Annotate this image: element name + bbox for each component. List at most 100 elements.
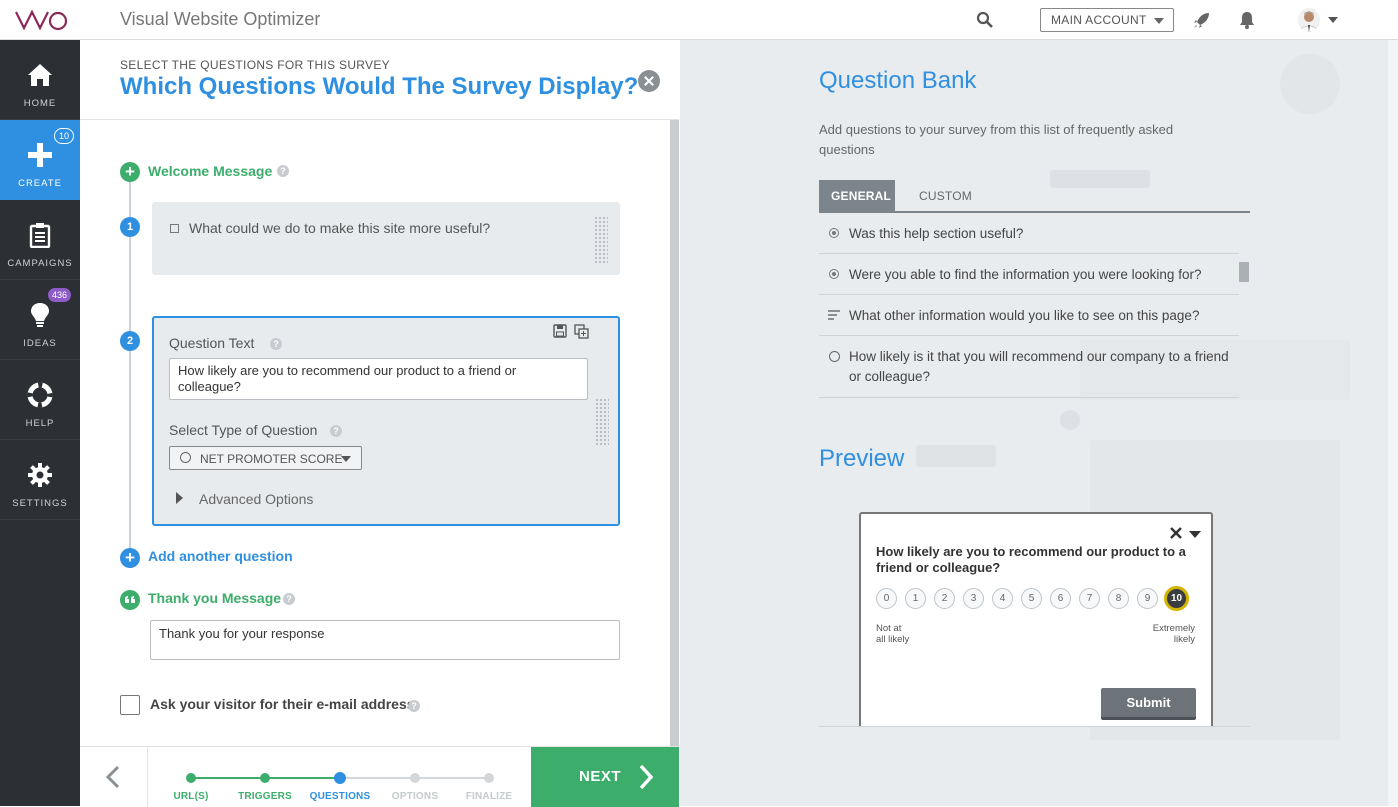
- list-item-text: What other information would you like to…: [849, 308, 1200, 323]
- account-dropdown[interactable]: MAIN ACCOUNT: [1040, 8, 1174, 32]
- help-icon[interactable]: ?: [330, 425, 342, 437]
- email-checkbox-label[interactable]: Ask your visitor for their e-mail addres…: [150, 696, 415, 712]
- background-shape: [1280, 54, 1340, 114]
- sidebar-item-settings[interactable]: SETTINGS: [0, 440, 80, 520]
- step-dot[interactable]: [186, 773, 196, 783]
- chevron-down-icon[interactable]: [1189, 531, 1201, 538]
- next-button[interactable]: NEXT: [531, 747, 679, 807]
- nps-option[interactable]: 0: [876, 588, 897, 609]
- thank-you-label: Thank you Message: [148, 590, 282, 606]
- question-text-input[interactable]: How likely are you to recommend our prod…: [169, 358, 588, 400]
- question-type-value: NET PROMOTER SCORE: [200, 452, 343, 466]
- step-dot[interactable]: [260, 773, 270, 783]
- question-bank-panel: Question Bank Add questions to your surv…: [680, 40, 1398, 806]
- tab-general[interactable]: GENERAL: [819, 180, 895, 212]
- drag-handle[interactable]: [595, 398, 609, 446]
- scrollbar[interactable]: [670, 120, 679, 746]
- next-label: NEXT: [579, 768, 622, 785]
- wizard-footer: URL(S) TRIGGERS QUESTIONS OPTIONS FINALI…: [80, 746, 679, 807]
- step-label-options[interactable]: OPTIONS: [380, 791, 450, 802]
- step-dot-current[interactable]: [334, 772, 346, 784]
- tab-custom[interactable]: CUSTOM: [907, 180, 984, 212]
- home-icon: [28, 64, 52, 86]
- step-label-questions[interactable]: QUESTIONS: [305, 791, 375, 802]
- scrollbar[interactable]: [1388, 40, 1398, 806]
- nps-option[interactable]: 3: [963, 588, 984, 609]
- add-question-link[interactable]: Add another question: [148, 548, 293, 564]
- help-icon[interactable]: ?: [408, 700, 420, 712]
- nps-option[interactable]: 1: [905, 588, 926, 609]
- question-bank-subtitle: Add questions to your survey from this l…: [819, 122, 1174, 157]
- help-icon[interactable]: ?: [283, 593, 295, 605]
- avatar-chevron-down-icon[interactable]: [1328, 17, 1338, 23]
- lifebuoy-icon: [27, 382, 53, 408]
- vwo-logo[interactable]: [14, 8, 70, 32]
- bell-icon[interactable]: [1238, 10, 1256, 30]
- list-item[interactable]: What other information would you like to…: [819, 295, 1239, 336]
- step-label-finalize[interactable]: FINALIZE: [454, 791, 524, 802]
- sidebar-item-campaigns[interactable]: CAMPAIGNS: [0, 200, 80, 280]
- sidebar-item-label: CAMPAIGNS: [7, 258, 73, 269]
- step-dot[interactable]: [410, 773, 420, 783]
- question-card-2[interactable]: Question Text ? How likely are you to re…: [152, 316, 620, 526]
- chevron-right-icon: [639, 764, 654, 790]
- drag-handle[interactable]: [594, 216, 608, 264]
- nps-option[interactable]: 7: [1079, 588, 1100, 609]
- background-shape: [916, 445, 996, 467]
- nps-option[interactable]: 9: [1137, 588, 1158, 609]
- nps-option[interactable]: 2: [934, 588, 955, 609]
- help-icon[interactable]: ?: [277, 165, 289, 177]
- nps-option[interactable]: 5: [1021, 588, 1042, 609]
- back-button[interactable]: [80, 747, 148, 807]
- step-label-urls[interactable]: URL(S): [156, 791, 226, 802]
- sidebar-item-label: HOME: [23, 98, 57, 109]
- gear-icon: [28, 463, 52, 487]
- sidebar-item-create[interactable]: 10 CREATE: [0, 120, 80, 200]
- question-card-1[interactable]: What could we do to make this site more …: [152, 202, 620, 275]
- panel-kicker: SELECT THE QUESTIONS FOR THIS SURVEY: [120, 58, 390, 72]
- app-title: Visual Website Optimizer: [120, 9, 321, 29]
- survey-editor-panel: SELECT THE QUESTIONS FOR THIS SURVEY Whi…: [80, 40, 679, 807]
- step-label-triggers[interactable]: TRIGGERS: [230, 791, 300, 802]
- ideas-count-badge: 436: [48, 288, 72, 302]
- avatar[interactable]: [1298, 8, 1320, 32]
- scale-high-label-line: likely: [1173, 634, 1195, 645]
- sidebar-item-home[interactable]: HOME: [0, 40, 80, 120]
- list-scrollbar[interactable]: [1239, 262, 1249, 282]
- sidebar-item-help[interactable]: HELP: [0, 360, 80, 440]
- advanced-options-toggle[interactable]: Advanced Options: [199, 491, 313, 507]
- list-item[interactable]: Was this help section useful?: [819, 213, 1239, 254]
- help-icon[interactable]: ?: [270, 338, 282, 350]
- nps-option[interactable]: 4: [992, 588, 1013, 609]
- welcome-message-label[interactable]: Welcome Message: [148, 163, 272, 179]
- question-number-badge: 1: [120, 217, 140, 237]
- radio-icon: [829, 269, 839, 279]
- divider: [819, 726, 1250, 727]
- expand-triangle-icon[interactable]: [176, 492, 183, 504]
- list-item-text: Were you able to find the information yo…: [849, 267, 1202, 282]
- list-item-text: Was this help section useful?: [849, 226, 1024, 241]
- preview-question: How likely are you to recommend our prod…: [876, 544, 1186, 575]
- add-question-icon[interactable]: +: [120, 548, 140, 568]
- step-dot[interactable]: [484, 773, 494, 783]
- plus-icon: [28, 143, 52, 167]
- search-icon[interactable]: [976, 11, 994, 29]
- save-icon[interactable]: [553, 324, 567, 338]
- email-checkbox[interactable]: [120, 695, 140, 715]
- sidebar-item-ideas[interactable]: 436 IDEAS: [0, 280, 80, 360]
- add-welcome-icon[interactable]: +: [120, 162, 140, 182]
- rocket-icon[interactable]: [1192, 10, 1212, 30]
- nps-option[interactable]: 8: [1108, 588, 1129, 609]
- thank-you-input[interactable]: Thank you for your response: [150, 620, 620, 660]
- close-icon[interactable]: [638, 70, 660, 92]
- nps-option[interactable]: 6: [1050, 588, 1071, 609]
- submit-button[interactable]: Submit: [1101, 688, 1196, 720]
- nps-option-selected[interactable]: 10: [1164, 586, 1189, 611]
- question-type-select[interactable]: NET PROMOTER SCORE: [169, 446, 362, 470]
- duplicate-icon[interactable]: [574, 324, 589, 339]
- list-item[interactable]: Were you able to find the information yo…: [819, 254, 1239, 295]
- list-item[interactable]: How likely is it that you will recommend…: [819, 336, 1239, 398]
- question-text-label: Question Text: [169, 335, 255, 351]
- close-icon[interactable]: [1169, 526, 1183, 540]
- sidebar-item-label: IDEAS: [23, 338, 57, 349]
